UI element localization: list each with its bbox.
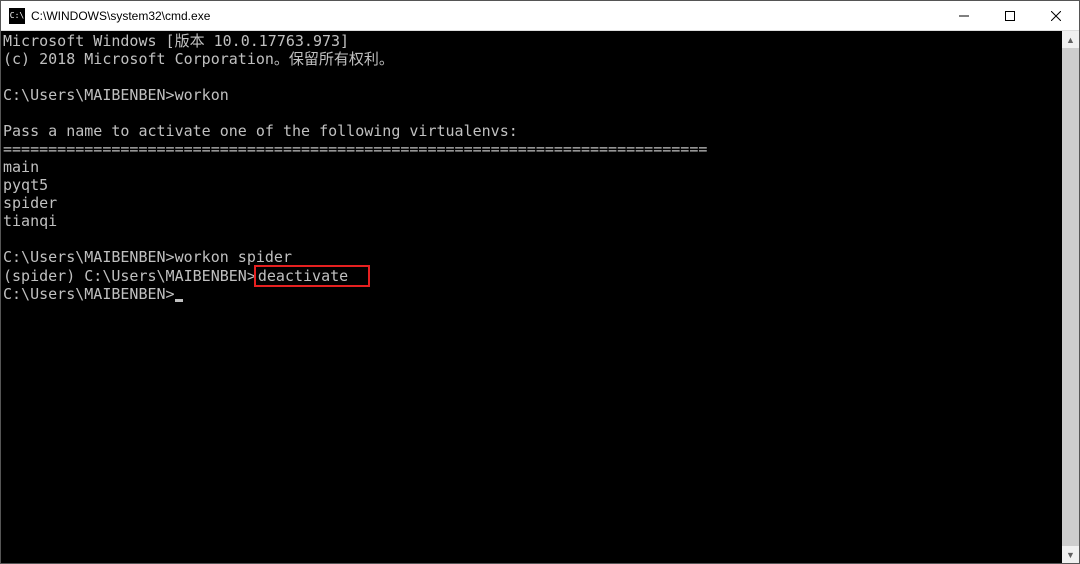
separator-line: ========================================… — [3, 140, 1060, 158]
blank-line — [3, 68, 1060, 86]
close-button[interactable] — [1033, 1, 1079, 30]
prompt-path: C:\Users\MAIBENBEN> — [3, 285, 175, 303]
command-text: workon spider — [175, 248, 292, 266]
command-text: workon — [175, 86, 229, 104]
output-line: (c) 2018 Microsoft Corporation。保留所有权利。 — [3, 50, 1060, 68]
title-bar[interactable]: C:\ C:\WINDOWS\system32\cmd.exe — [1, 1, 1079, 31]
terminal-container: Microsoft Windows [版本 10.0.17763.973](c)… — [1, 31, 1079, 563]
prompt-line: C:\Users\MAIBENBEN>workon — [3, 86, 1060, 104]
window-controls — [941, 1, 1079, 30]
prompt-line: C:\Users\MAIBENBEN>workon spider — [3, 248, 1060, 266]
prompt-line: (spider) C:\Users\MAIBENBEN>deactivate — [3, 266, 1060, 285]
terminal-output[interactable]: Microsoft Windows [版本 10.0.17763.973](c)… — [1, 31, 1062, 563]
scroll-down-button[interactable]: ▼ — [1062, 546, 1079, 563]
scroll-thumb[interactable] — [1062, 48, 1079, 546]
chevron-up-icon: ▲ — [1066, 35, 1075, 45]
minimize-icon — [959, 11, 969, 21]
prompt-line: C:\Users\MAIBENBEN> — [3, 285, 1060, 303]
virtualenv-item: main — [3, 158, 1060, 176]
virtualenv-item: spider — [3, 194, 1060, 212]
close-icon — [1051, 11, 1061, 21]
cursor — [175, 299, 183, 302]
command-text: deactivate — [258, 267, 348, 285]
virtualenv-item: pyqt5 — [3, 176, 1060, 194]
vertical-scrollbar[interactable]: ▲ ▼ — [1062, 31, 1079, 563]
output-line: Pass a name to activate one of the follo… — [3, 122, 1060, 140]
prompt-path: C:\Users\MAIBENBEN> — [3, 248, 175, 266]
minimize-button[interactable] — [941, 1, 987, 30]
scroll-track[interactable] — [1062, 48, 1079, 546]
chevron-down-icon: ▼ — [1066, 550, 1075, 560]
virtualenv-item: tianqi — [3, 212, 1060, 230]
maximize-button[interactable] — [987, 1, 1033, 30]
prompt-prefix: (spider) C:\Users\MAIBENBEN> — [3, 267, 256, 285]
maximize-icon — [1005, 11, 1015, 21]
highlighted-command: deactivate — [254, 265, 370, 287]
cmd-icon: C:\ — [9, 8, 25, 24]
prompt-path: C:\Users\MAIBENBEN> — [3, 86, 175, 104]
scroll-up-button[interactable]: ▲ — [1062, 31, 1079, 48]
blank-line — [3, 230, 1060, 248]
output-line: Microsoft Windows [版本 10.0.17763.973] — [3, 32, 1060, 50]
window-title: C:\WINDOWS\system32\cmd.exe — [31, 9, 941, 23]
cmd-window: C:\ C:\WINDOWS\system32\cmd.exe Microsof… — [0, 0, 1080, 564]
blank-line — [3, 104, 1060, 122]
